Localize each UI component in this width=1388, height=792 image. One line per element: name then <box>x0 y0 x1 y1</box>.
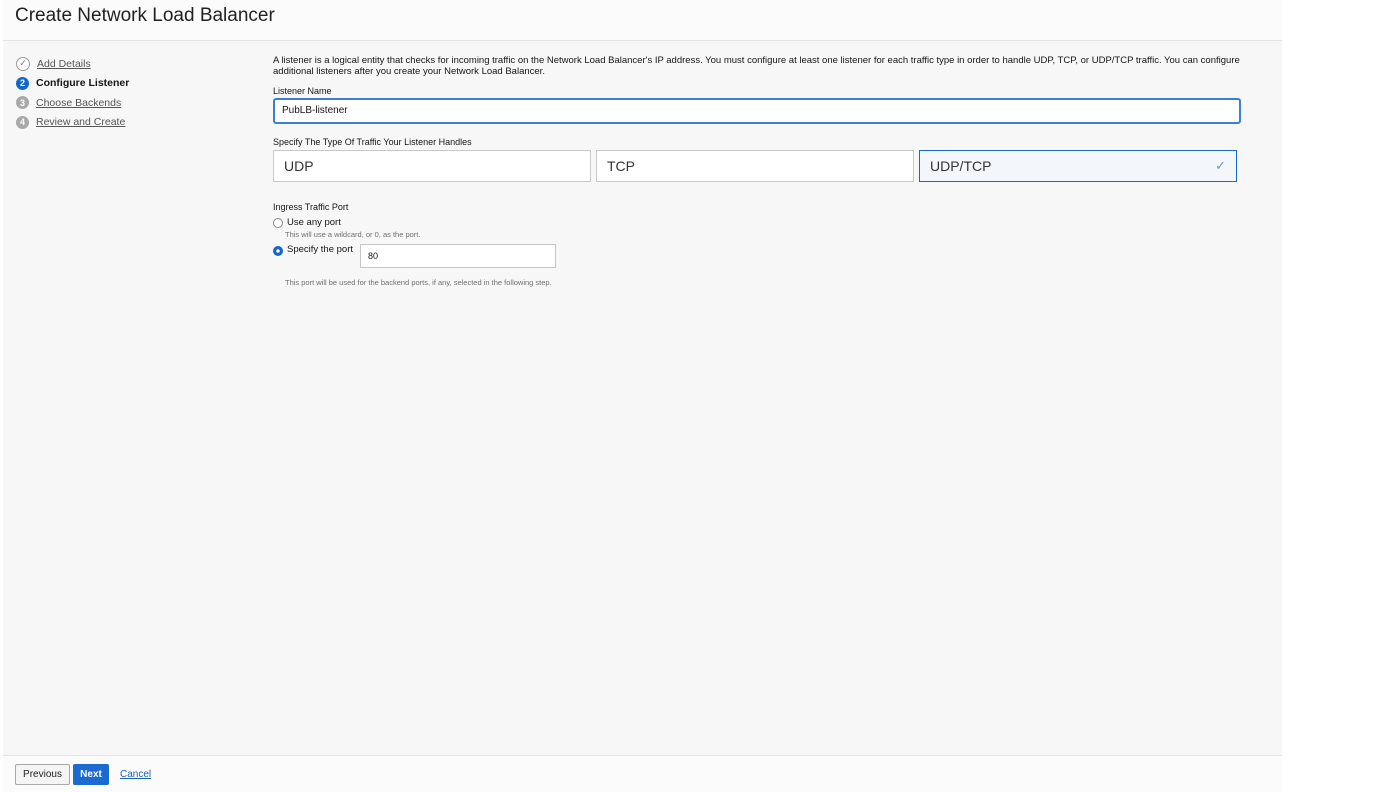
any-port-hint: This will use a wildcard, or 0, as the p… <box>285 230 421 239</box>
ingress-port-label: Ingress Traffic Port <box>273 202 349 212</box>
step-choose-backends[interactable]: 3 Choose Backends <box>16 93 129 113</box>
step-number-icon: 2 <box>16 76 29 90</box>
listener-name-label: Listener Name <box>273 86 332 96</box>
traffic-type-label: Specify The Type Of Traffic Your Listene… <box>273 137 472 147</box>
checkmark-icon: ✓ <box>1215 158 1226 173</box>
footer-actions: Previous Next Cancel <box>3 755 1282 792</box>
port-hint: This port will be used for the backend p… <box>285 278 552 287</box>
configure-listener-form: A listener is a logical entity that chec… <box>273 55 1243 287</box>
wizard-panel: Create Network Load Balancer ✓ Add Detai… <box>3 0 1282 792</box>
radio-checked-icon[interactable] <box>273 246 283 256</box>
wizard-steps: ✓ Add Details 2 Configure Listener 3 Cho… <box>16 54 129 132</box>
step-link[interactable]: Review and Create <box>36 116 125 128</box>
use-any-port-radio[interactable]: Use any port <box>273 217 1243 228</box>
step-add-details[interactable]: ✓ Add Details <box>16 54 129 74</box>
radio-unchecked-icon[interactable] <box>273 217 283 228</box>
radio-label: Specify the port <box>287 244 354 255</box>
step-number-icon: 4 <box>16 115 29 129</box>
step-label: Configure Listener <box>36 77 130 90</box>
cancel-link[interactable]: Cancel <box>120 764 151 785</box>
traffic-option-tcp[interactable]: TCP <box>596 150 914 182</box>
radio-label: Use any port <box>287 217 341 228</box>
previous-button[interactable]: Previous <box>15 764 70 785</box>
next-button[interactable]: Next <box>73 764 109 785</box>
option-label: UDP/TCP <box>930 158 992 174</box>
traffic-type-selector: UDP TCP UDP/TCP ✓ <box>273 150 1243 182</box>
description: A listener is a logical entity that chec… <box>273 55 1240 77</box>
option-label: UDP <box>284 158 314 174</box>
check-circle-icon: ✓ <box>16 56 30 71</box>
page-title: Create Network Load Balancer <box>15 5 275 26</box>
option-label: TCP <box>607 158 635 174</box>
page-header: Create Network Load Balancer <box>3 0 1282 41</box>
step-link[interactable]: Choose Backends <box>36 97 121 109</box>
step-number-icon: 3 <box>16 96 29 110</box>
port-input[interactable]: 80 <box>360 244 557 268</box>
traffic-option-udp-tcp[interactable]: UDP/TCP ✓ <box>919 150 1237 182</box>
listener-name-input[interactable]: PubLB-listener <box>273 98 1241 124</box>
step-configure-listener: 2 Configure Listener <box>16 74 129 94</box>
specify-port-radio[interactable]: Specify the port 80 <box>273 244 1243 268</box>
step-review-create[interactable]: 4 Review and Create <box>16 113 129 133</box>
traffic-option-udp[interactable]: UDP <box>273 150 591 182</box>
step-link[interactable]: Add Details <box>37 58 91 70</box>
